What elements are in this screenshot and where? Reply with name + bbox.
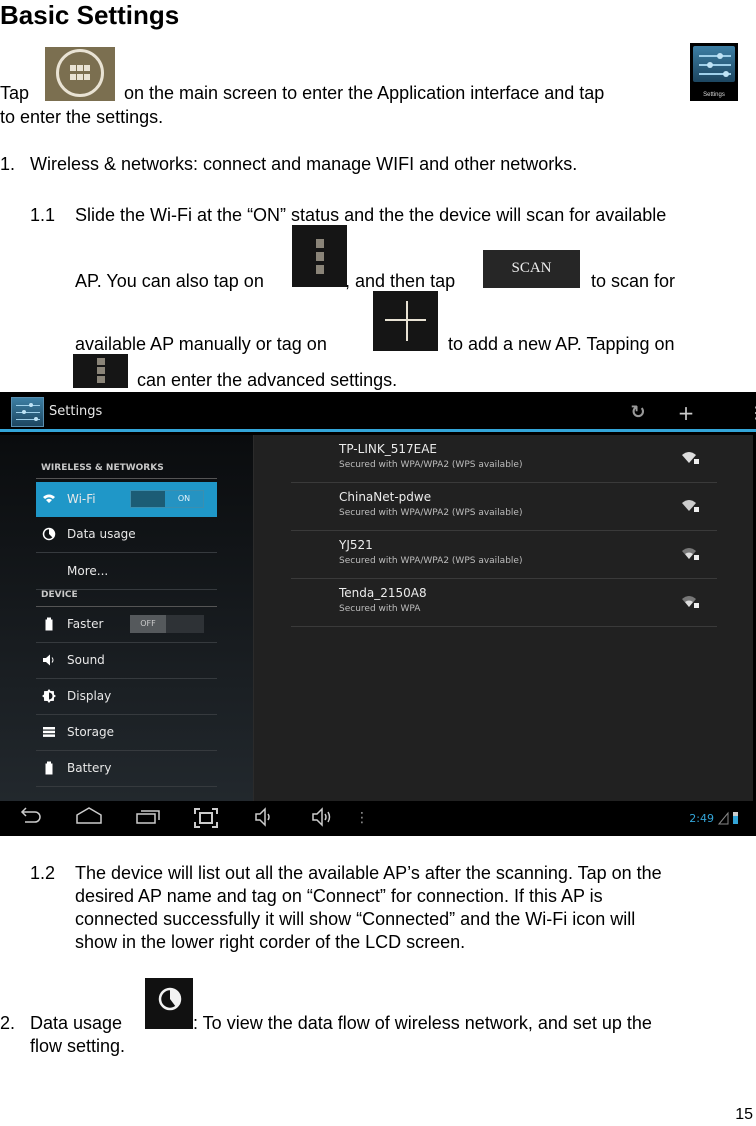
wifi-toggle[interactable]: ON <box>130 490 204 508</box>
back-icon[interactable] <box>15 807 45 829</box>
system-navigation-bar: ⋮ 2:49 <box>0 801 756 836</box>
overflow-menu-icon[interactable]: ⋮ <box>748 400 756 426</box>
faster-toggle[interactable]: OFF <box>130 615 204 633</box>
storage-icon <box>42 725 56 739</box>
volume-up-icon[interactable] <box>309 807 339 829</box>
ap-security: Secured with WPA/WPA2 (WPS available) <box>339 508 523 518</box>
section-1-1-line3b: to add a new AP. Tapping on <box>448 334 675 354</box>
wifi-signal-locked-icon <box>682 548 699 560</box>
menu-icon[interactable]: ⋮ <box>355 807 369 829</box>
recent-apps-icon[interactable] <box>134 807 164 829</box>
battery-icon <box>42 761 56 775</box>
wifi-signal-locked-icon <box>682 452 699 464</box>
section-header-wireless: WIRELESS & NETWORKS <box>41 463 164 473</box>
section-1-1-number: 1.1 <box>30 205 56 225</box>
sidebar-item-data-usage[interactable]: Data usage <box>36 517 217 553</box>
wifi-network-list: TP-LINK_517EAE Secured with WPA/WPA2 (WP… <box>253 435 753 801</box>
apps-launcher-icon <box>45 47 115 101</box>
section-1-text: Wireless & networks: connect and manage … <box>30 154 578 174</box>
access-point-row[interactable]: YJ521 Secured with WPA/WPA2 (WPS availab… <box>291 531 717 579</box>
data-usage-icon <box>42 527 56 541</box>
toggle-state: OFF <box>130 615 166 633</box>
scan-button-image: SCAN <box>483 250 580 288</box>
sidebar-item-wifi[interactable]: Wi-Fi ON <box>36 482 217 517</box>
add-icon[interactable]: + <box>672 400 700 426</box>
section-1-2-line2: desired AP name and tag on “Connect” for… <box>75 886 603 906</box>
sidebar-item-battery[interactable]: Battery <box>36 751 217 787</box>
battery-icon <box>42 617 56 631</box>
intro-text-2: on the main screen to enter the Applicat… <box>124 83 605 103</box>
screenshot-icon[interactable] <box>191 807 221 829</box>
section-1-1-line2c: to scan for <box>591 271 676 291</box>
add-network-icon <box>373 291 438 351</box>
ap-security: Secured with WPA <box>339 604 421 614</box>
ap-name: YJ521 <box>339 538 373 552</box>
section-1-2-line4: show in the lower right corder of the LC… <box>75 932 466 952</box>
sidebar-item-label: Storage <box>67 725 114 739</box>
settings-app-icon: Settings <box>690 43 738 101</box>
section-1-1-line3a: available AP manually or tag on <box>75 334 327 354</box>
sidebar-item-display[interactable]: Display <box>36 679 217 715</box>
intro-text-1: Tap <box>0 83 30 103</box>
ap-name: ChinaNet-pdwe <box>339 490 432 504</box>
ap-name: Tenda_2150A8 <box>339 586 427 600</box>
page-number: 15 <box>735 1106 753 1123</box>
sidebar-item-faster[interactable]: Faster OFF <box>36 607 217 643</box>
sidebar-item-label: Data usage <box>67 527 136 541</box>
sidebar-item-label: More... <box>67 564 109 578</box>
section-1-1-line4: can enter the advanced settings. <box>137 370 398 390</box>
display-icon <box>42 689 56 703</box>
section-2-line2: flow setting. <box>30 1036 126 1056</box>
advanced-menu-icon <box>73 354 128 388</box>
intro-text-3: to enter the settings. <box>0 107 164 127</box>
sidebar-item-more[interactable]: More... <box>36 554 217 590</box>
section-2-label: Data usage <box>30 1013 123 1033</box>
action-bar: Settings ↻ + ⋮ <box>0 392 756 432</box>
wifi-signal-locked-icon <box>682 500 699 512</box>
ap-security: Secured with WPA/WPA2 (WPS available) <box>339 460 523 470</box>
status-clock: 2:49 <box>689 812 714 825</box>
section-1-number: 1. <box>0 154 16 174</box>
section-1-1-line1: Slide the Wi-Fi at the “ON” status and t… <box>75 205 667 225</box>
access-point-row[interactable]: TP-LINK_517EAE Secured with WPA/WPA2 (WP… <box>291 435 717 483</box>
sidebar-item-label: Faster <box>67 617 104 631</box>
section-1-2-number: 1.2 <box>30 863 56 883</box>
sidebar-item-sound[interactable]: Sound <box>36 643 217 679</box>
action-bar-title: Settings <box>49 404 103 419</box>
settings-icon-caption: Settings <box>703 92 725 98</box>
access-point-row[interactable]: ChinaNet-pdwe Secured with WPA/WPA2 (WPS… <box>291 483 717 531</box>
wifi-signal-locked-icon <box>682 596 699 608</box>
settings-icon <box>11 397 44 427</box>
sidebar-item-label: Wi-Fi <box>67 492 96 506</box>
overflow-menu-icon <box>292 225 347 287</box>
section-2-text: : To view the data flow of wireless netw… <box>193 1013 652 1033</box>
wps-icon[interactable]: ↻ <box>624 400 652 426</box>
home-icon[interactable] <box>74 807 104 829</box>
section-header-device: DEVICE <box>41 590 78 600</box>
signal-battery-icon <box>718 811 738 825</box>
section-1-2-line1: The device will list out all the availab… <box>75 863 662 883</box>
toggle-state: ON <box>165 491 203 507</box>
volume-down-icon[interactable] <box>250 807 280 829</box>
section-2-number: 2. <box>0 1013 16 1033</box>
settings-sidebar: WIRELESS & NETWORKS Wi-Fi ON Data usage … <box>0 435 253 801</box>
section-1-1-line2b: , and then tap <box>345 271 456 291</box>
sound-icon <box>42 653 56 667</box>
wifi-icon <box>42 492 56 506</box>
section-1-2-line3: connected successfully it will show “Con… <box>75 909 636 929</box>
sidebar-item-label: Battery <box>67 761 112 775</box>
ap-name: TP-LINK_517EAE <box>339 442 437 456</box>
data-usage-icon <box>145 978 193 1029</box>
page-title: Basic Settings <box>0 0 180 30</box>
ap-security: Secured with WPA/WPA2 (WPS available) <box>339 556 523 566</box>
sidebar-item-label: Sound <box>67 653 105 667</box>
settings-screenshot: Settings ↻ + ⋮ WIRELESS & NETWORKS Wi-Fi… <box>0 392 756 836</box>
sidebar-item-label: Display <box>67 689 112 703</box>
sidebar-item-storage[interactable]: Storage <box>36 715 217 751</box>
section-1-1-line2a: AP. You can also tap on <box>75 271 264 291</box>
access-point-row[interactable]: Tenda_2150A8 Secured with WPA <box>291 579 717 627</box>
